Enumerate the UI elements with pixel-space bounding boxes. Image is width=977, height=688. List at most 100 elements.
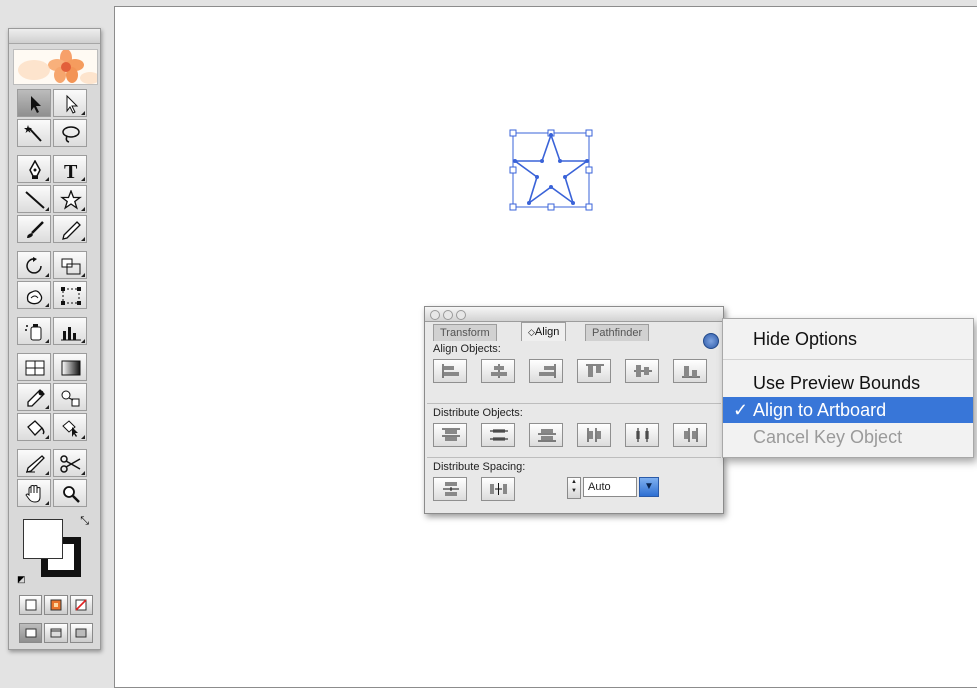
zoom-tool[interactable]	[53, 479, 87, 507]
warp-hand-icon	[26, 290, 43, 305]
lasso-tool[interactable]	[53, 119, 87, 147]
illustrator-logo[interactable]	[13, 49, 98, 85]
spacing-combo: ▲ ▼ Auto ▼	[567, 477, 667, 499]
horizontal-align-center-button[interactable]	[481, 359, 515, 383]
vertical-align-center-button[interactable]	[625, 359, 659, 383]
align-panel-titlebar[interactable]	[425, 307, 723, 322]
rotate-tool[interactable]	[17, 251, 51, 279]
zoom-icon[interactable]	[456, 310, 466, 320]
horizontal-distribute-left-button[interactable]	[577, 423, 611, 447]
none-mode-button[interactable]	[69, 595, 93, 615]
menu-item-align-to-artboard[interactable]: ✓ Align to Artboard	[723, 397, 973, 423]
vertical-distribute-bottom-button[interactable]	[529, 423, 563, 447]
screen-menu-icon	[50, 628, 62, 638]
standard-screen-mode-button[interactable]	[19, 623, 43, 643]
scale-tool[interactable]	[53, 251, 87, 279]
menu-item-use-preview-bounds[interactable]: Use Preview Bounds	[723, 370, 973, 396]
pen-tool[interactable]	[17, 155, 51, 183]
menu-item-cancel-key-object: Cancel Key Object	[753, 427, 903, 447]
vertical-align-bottom-button[interactable]	[673, 359, 707, 383]
pencil-tool[interactable]	[53, 215, 87, 243]
star-tool[interactable]	[53, 185, 87, 213]
distribute-top-icon	[442, 428, 460, 441]
gradient-tool[interactable]	[53, 353, 87, 381]
pencil-icon	[62, 221, 81, 240]
fill-swatch[interactable]	[23, 519, 63, 559]
vertical-distribute-center-button[interactable]	[481, 423, 515, 447]
color-mode-button[interactable]	[19, 595, 43, 615]
full-screen-mode-button[interactable]	[69, 623, 93, 643]
magic-wand-tool[interactable]	[17, 119, 51, 147]
paintbrush-tool[interactable]	[17, 215, 51, 243]
svg-text:T: T	[64, 161, 78, 180]
tools-panel-titlebar[interactable]	[9, 29, 100, 44]
full-screen-menu-mode-button[interactable]	[44, 623, 68, 643]
selected-star-shape[interactable]	[507, 129, 597, 215]
stepper-down-icon[interactable]: ▼	[568, 487, 580, 496]
distribute-spacing-label: Distribute Spacing:	[433, 461, 526, 473]
blend-tool[interactable]	[53, 383, 87, 411]
align-top-icon	[586, 364, 604, 377]
panel-tabs: Transform ◇Align Pathfinder	[431, 322, 717, 341]
gradient-mode-button[interactable]	[44, 595, 68, 615]
tab-pathfinder[interactable]: Pathfinder	[585, 324, 650, 341]
selection-tool[interactable]	[17, 89, 51, 117]
column-graph-tool[interactable]	[53, 317, 87, 345]
direct-selection-tool[interactable]	[53, 89, 87, 117]
spacing-stepper[interactable]: ▲ ▼	[567, 477, 581, 499]
symbol-sprayer-tool[interactable]	[17, 317, 51, 345]
paint-select-icon	[62, 420, 78, 437]
tab-transform[interactable]: Transform	[433, 324, 497, 341]
hand-tool[interactable]	[17, 479, 51, 507]
scissors-tool[interactable]	[53, 449, 87, 477]
eyedropper-tool[interactable]	[17, 383, 51, 411]
swap-arrow-icon[interactable]: ⤡	[80, 515, 89, 528]
flower-logo-icon	[14, 50, 97, 84]
screen-mode-icon	[25, 628, 37, 638]
paint-bucket-icon	[27, 420, 45, 436]
line-segment-tool[interactable]	[17, 185, 51, 213]
spacing-input[interactable]: Auto	[583, 477, 637, 497]
color-mode-row	[19, 595, 93, 615]
horizontal-align-left-button[interactable]	[433, 359, 467, 383]
stepper-up-icon[interactable]: ▲	[568, 478, 580, 487]
vertical-distribute-space-button[interactable]	[433, 477, 467, 501]
vertical-distribute-top-button[interactable]	[433, 423, 467, 447]
color-icon	[25, 599, 37, 611]
horizontal-distribute-space-button[interactable]	[481, 477, 515, 501]
gradient-square-icon	[61, 360, 81, 376]
slice-tool[interactable]	[17, 449, 51, 477]
blend-shapes-icon	[61, 390, 80, 407]
close-icon[interactable]	[430, 310, 440, 320]
minimize-icon[interactable]	[443, 310, 453, 320]
mesh-tool[interactable]	[17, 353, 51, 381]
spacing-dropdown-button[interactable]: ▼	[639, 477, 659, 497]
type-t-icon: T	[64, 161, 78, 180]
horizontal-align-right-button[interactable]	[529, 359, 563, 383]
lasso-icon	[62, 126, 80, 143]
vertical-align-top-button[interactable]	[577, 359, 611, 383]
distribute-right-icon	[684, 428, 698, 442]
distribute-bottom-icon	[538, 429, 556, 442]
distribute-vcenter-icon	[490, 429, 508, 441]
bar-chart-icon	[61, 327, 81, 341]
none-icon	[75, 599, 87, 611]
horizontal-distribute-center-button[interactable]	[625, 423, 659, 447]
live-paint-bucket-tool[interactable]	[17, 413, 51, 441]
menu-item-label: Align to Artboard	[753, 400, 887, 420]
free-transform-tool[interactable]	[53, 281, 87, 309]
spray-can-icon	[25, 324, 42, 341]
tab-align[interactable]: ◇Align	[521, 322, 567, 341]
align-right-icon	[539, 364, 556, 378]
magnifier-icon	[63, 486, 80, 503]
default-colors-icon[interactable]: ◩	[17, 574, 26, 585]
full-screen-icon	[75, 628, 87, 638]
menu-item-hide-options[interactable]: Hide Options	[723, 326, 973, 352]
section-divider	[427, 457, 721, 458]
panel-options-icon[interactable]	[703, 333, 719, 349]
live-paint-selection-tool[interactable]	[53, 413, 87, 441]
warp-tool[interactable]	[17, 281, 51, 309]
horizontal-distribute-right-button[interactable]	[673, 423, 707, 447]
type-tool[interactable]: T	[53, 155, 87, 183]
brush-icon	[27, 221, 44, 238]
